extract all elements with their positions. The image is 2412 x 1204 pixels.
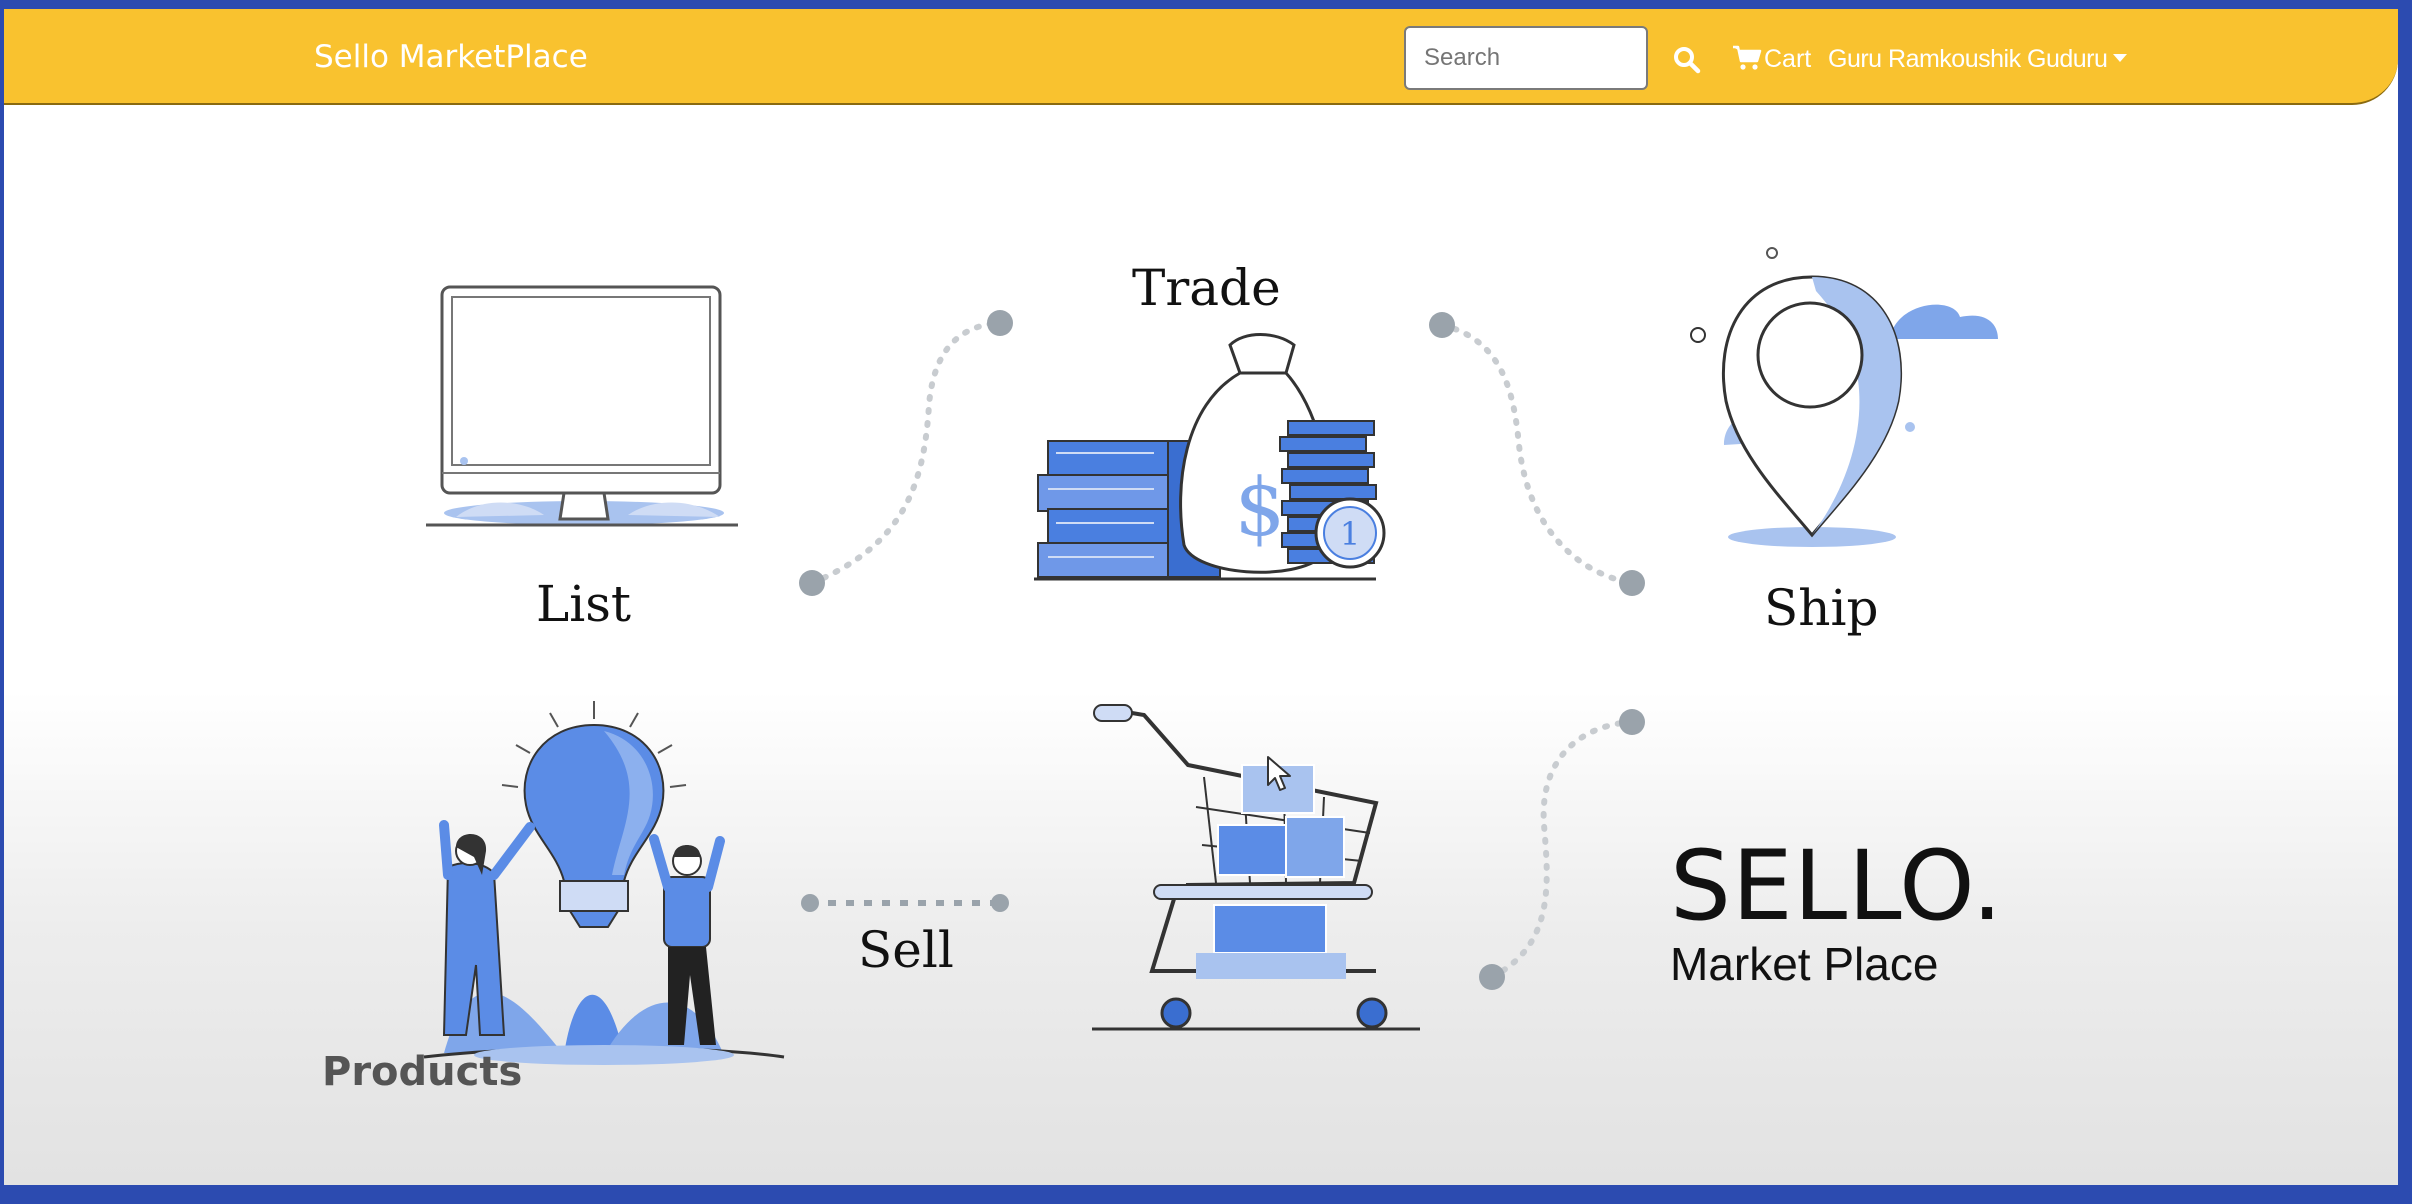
hero-banner: $ 1 Trade List Ship Sell SELLO. Market P… bbox=[4, 105, 2398, 1185]
monitor-icon bbox=[426, 285, 738, 527]
connector-trade-ship bbox=[1439, 322, 1635, 586]
svg-text:1: 1 bbox=[1340, 515, 1360, 553]
shopping-cart-icon bbox=[1092, 704, 1420, 1031]
sello-logo-title: SELLO. bbox=[1670, 830, 2004, 942]
search-button[interactable] bbox=[1672, 45, 1702, 75]
brand-link[interactable]: Sello MarketPlace bbox=[314, 39, 588, 75]
products-heading: Products bbox=[322, 1049, 523, 1095]
connector-cart-logo bbox=[1489, 719, 1635, 980]
connector-list-trade bbox=[809, 320, 1003, 586]
step-label-trade: Trade bbox=[1132, 259, 1281, 317]
cart-icon bbox=[1733, 45, 1762, 70]
user-name: Guru Ramkoushik Guduru bbox=[1828, 45, 2108, 73]
money-bag-icon: $ 1 bbox=[1034, 333, 1386, 581]
user-dropdown[interactable]: Guru Ramkoushik Guduru bbox=[1828, 45, 2128, 74]
cart-link[interactable]: Cart bbox=[1732, 45, 1811, 74]
top-navbar: Sello MarketPlace Cart Guru Ramkoushik G… bbox=[4, 9, 2398, 105]
step-label-ship: Ship bbox=[1764, 579, 1879, 637]
browser-viewport: Sello MarketPlace Cart Guru Ramkoushik G… bbox=[4, 9, 2398, 1185]
step-label-list: List bbox=[536, 575, 631, 633]
search-input[interactable] bbox=[1404, 26, 1648, 90]
caret-down-icon bbox=[2113, 54, 2128, 62]
cart-label: Cart bbox=[1764, 45, 1812, 73]
step-label-sell: Sell bbox=[858, 921, 954, 979]
svg-text:$: $ bbox=[1235, 461, 1286, 554]
search-icon bbox=[1674, 47, 1701, 74]
mouse-cursor-icon bbox=[1267, 756, 1291, 791]
map-pin-icon bbox=[1690, 247, 1998, 547]
sello-logo-subtitle: Market Place bbox=[1670, 938, 1939, 990]
lightbulb-people-icon bbox=[423, 701, 785, 1065]
